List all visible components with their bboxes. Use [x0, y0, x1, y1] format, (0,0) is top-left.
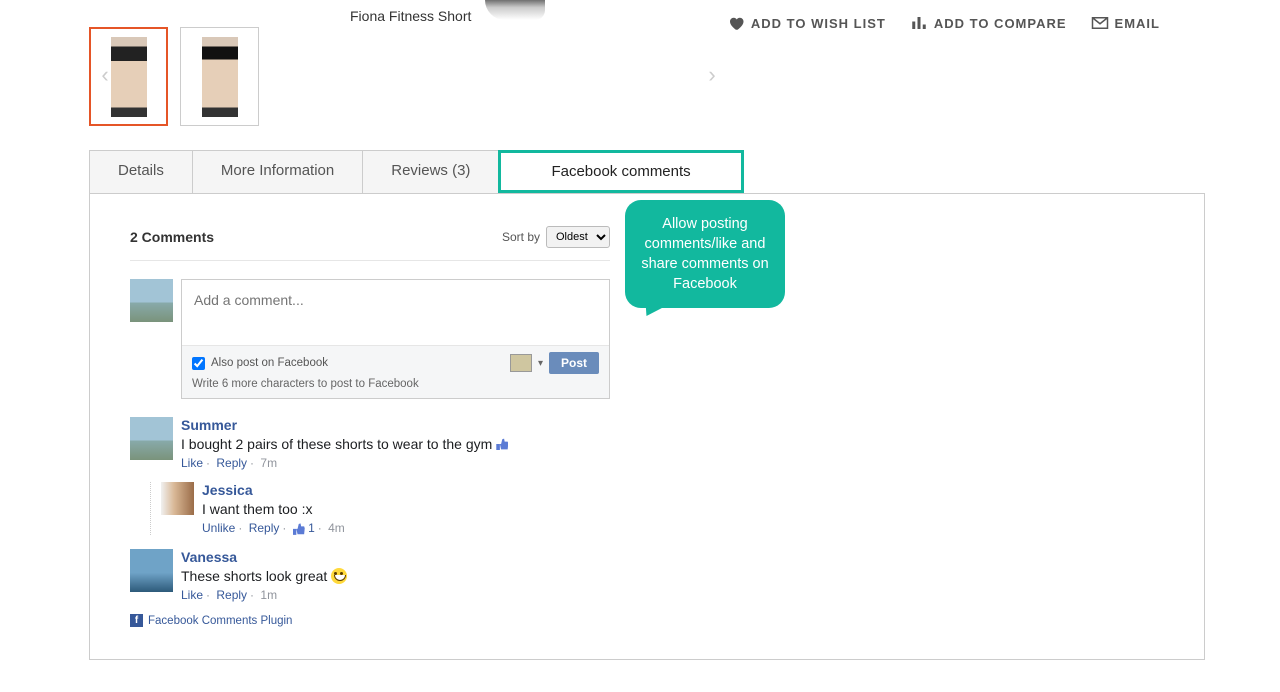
email-label: EMAIL — [1115, 16, 1160, 31]
compare-label: ADD TO COMPARE — [934, 16, 1067, 31]
fb-comment: Vanessa These shorts look great Like· Re… — [130, 549, 610, 602]
fb-comment: Summer I bought 2 pairs of these shorts … — [130, 417, 610, 470]
product-overflow-image — [485, 0, 545, 20]
fb-like-link[interactable]: Like — [181, 588, 203, 602]
thumbnail-prev-button[interactable]: ‹ — [95, 60, 115, 90]
grin-emoji-icon — [331, 568, 347, 584]
fb-comment-body: Vanessa These shorts look great Like· Re… — [181, 549, 610, 602]
tabs-row: Details More Information Reviews (3) Fac… — [89, 150, 1205, 193]
fb-reply-meta: Unlike· Reply· 1· 4m — [202, 521, 610, 535]
fb-unlike-link[interactable]: Unlike — [202, 521, 235, 535]
fb-privacy-caret[interactable]: ▾ — [538, 358, 543, 369]
product-title-small: Fiona Fitness Short — [350, 8, 471, 24]
wishlist-label: ADD TO WISH LIST — [751, 16, 886, 31]
product-action-links: ADD TO WISH LIST ADD TO COMPARE EMAIL — [727, 14, 1160, 32]
fb-reply-link[interactable]: Reply — [216, 588, 247, 602]
add-to-wishlist-link[interactable]: ADD TO WISH LIST — [727, 14, 886, 32]
fb-author-link[interactable]: Vanessa — [181, 549, 237, 565]
fb-sort: Sort by Oldest — [502, 226, 610, 248]
email-icon — [1091, 14, 1109, 32]
tab-reviews[interactable]: Reviews (3) — [362, 150, 499, 193]
fb-sort-label: Sort by — [502, 230, 540, 244]
fb-reply-link[interactable]: Reply — [216, 456, 247, 470]
thumbnail-2[interactable] — [180, 27, 259, 126]
fb-avatar-jessica[interactable] — [161, 482, 194, 515]
fb-time: 7m — [260, 456, 277, 470]
add-to-compare-link[interactable]: ADD TO COMPARE — [910, 14, 1067, 32]
thumbnail-next-button[interactable]: › — [702, 60, 722, 90]
tab-more-information[interactable]: More Information — [192, 150, 363, 193]
fb-reply: Jessica I want them too :x Unlike· Reply… — [161, 482, 610, 535]
heart-icon — [727, 14, 745, 32]
fb-my-avatar — [130, 279, 173, 322]
fb-plugin-link-text: Facebook Comments Plugin — [148, 615, 292, 627]
fb-post-button[interactable]: Post — [549, 352, 599, 374]
fb-compose-row: Also post on Facebook ▾ Post — [192, 352, 599, 374]
fb-reply-author-link[interactable]: Jessica — [202, 482, 253, 498]
fb-comment-meta: Like· Reply· 1m — [181, 588, 610, 602]
fb-comment-count: 2 Comments — [130, 229, 214, 245]
fb-reply-time: 4m — [328, 521, 345, 535]
email-link[interactable]: EMAIL — [1091, 14, 1160, 32]
thumb-up-icon — [496, 438, 508, 450]
fb-also-post-text: Also post on Facebook — [211, 357, 328, 369]
facebook-icon: f — [130, 614, 143, 627]
fb-reply-body: Jessica I want them too :x Unlike· Reply… — [202, 482, 610, 535]
fb-avatar-summer[interactable] — [130, 417, 173, 460]
fb-comment-text-span: I bought 2 pairs of these shorts to wear… — [181, 436, 492, 452]
fb-plugin-link[interactable]: f Facebook Comments Plugin — [130, 614, 610, 627]
fb-compose-footer: Also post on Facebook ▾ Post Write 6 mor… — [182, 345, 609, 398]
fb-like-link[interactable]: Like — [181, 456, 203, 470]
fb-post-button-group: ▾ Post — [510, 352, 599, 374]
fb-comment-meta: Like· Reply· 7m — [181, 456, 610, 470]
callout-annotation: Allow posting comments/like and share co… — [625, 200, 785, 308]
fb-also-post-label[interactable]: Also post on Facebook — [192, 357, 328, 370]
fb-comment-body: Summer I bought 2 pairs of these shorts … — [181, 417, 610, 470]
fb-reply-like-count: 1 — [308, 521, 315, 535]
fb-privacy-selector[interactable] — [510, 354, 532, 372]
tab-facebook-comments[interactable]: Facebook comments — [498, 150, 743, 193]
tab-details[interactable]: Details — [89, 150, 193, 193]
compare-icon — [910, 14, 928, 32]
thumb2-image — [202, 37, 238, 117]
fb-compose: Also post on Facebook ▾ Post Write 6 mor… — [130, 279, 610, 399]
fb-sort-select[interactable]: Oldest — [546, 226, 610, 248]
fb-post-hint: Write 6 more characters to post to Faceb… — [192, 378, 599, 390]
fb-header: 2 Comments Sort by Oldest — [130, 226, 610, 261]
fb-comment-text: I bought 2 pairs of these shorts to wear… — [181, 436, 610, 452]
thumb-up-icon — [293, 523, 305, 535]
fb-author-link[interactable]: Summer — [181, 417, 237, 433]
fb-also-post-checkbox[interactable] — [192, 357, 205, 370]
fb-time: 1m — [260, 588, 277, 602]
fb-avatar-vanessa[interactable] — [130, 549, 173, 592]
facebook-comments-widget: 2 Comments Sort by Oldest — [130, 226, 610, 627]
fb-comment-text: These shorts look great — [181, 568, 610, 584]
thumb1-image — [111, 37, 147, 117]
fb-reply-reply-link[interactable]: Reply — [249, 521, 280, 535]
fb-reply-wrap: Jessica I want them too :x Unlike· Reply… — [150, 482, 610, 535]
fb-reply-text: I want them too :x — [202, 501, 610, 517]
fb-comment-text-span: These shorts look great — [181, 568, 327, 584]
fb-compose-box: Also post on Facebook ▾ Post Write 6 mor… — [181, 279, 610, 399]
callout-bubble: Allow posting comments/like and share co… — [625, 200, 785, 308]
fb-comment-input[interactable] — [182, 280, 609, 342]
